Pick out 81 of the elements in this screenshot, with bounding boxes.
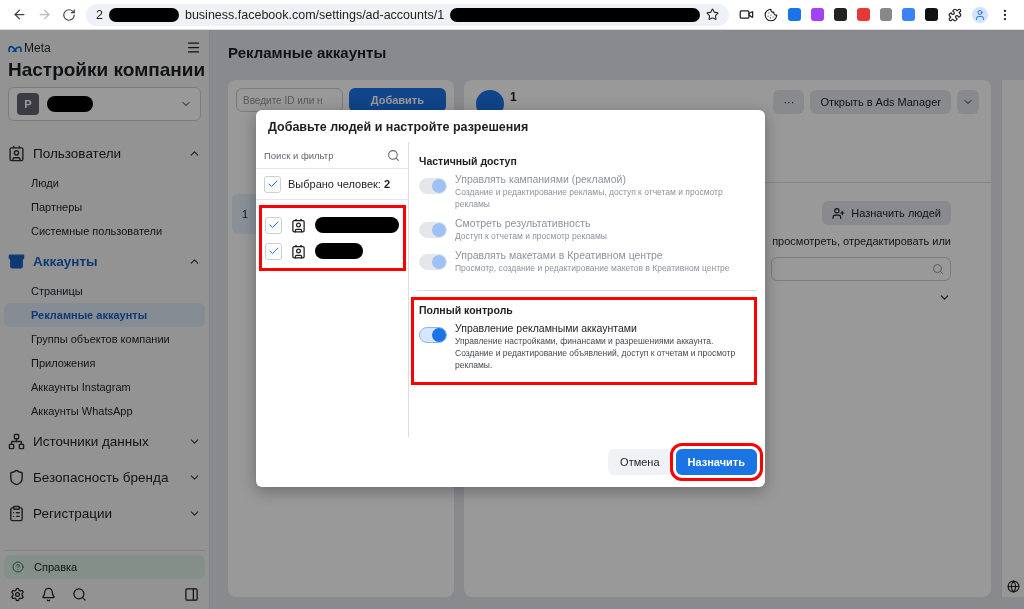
sidebar-item[interactable]: Рекламные аккаунты bbox=[4, 303, 205, 327]
sidebar-item[interactable]: Аккаунты WhatsApp bbox=[4, 399, 205, 423]
permission-title: Управление рекламными аккаунтами bbox=[455, 322, 638, 334]
sidebar-item[interactable]: Страницы bbox=[4, 279, 205, 303]
add-button[interactable]: Добавить bbox=[348, 88, 446, 112]
url-text: business.facebook.com/settings/ad-accounts/1 bbox=[184, 7, 445, 22]
check-icon bbox=[267, 219, 280, 231]
dialog-title: Добавьте людей и настройте разрешения bbox=[267, 119, 530, 136]
sidebar-section[interactable]: Безопасность бренда bbox=[4, 459, 205, 495]
url-prefix: 2 bbox=[96, 7, 103, 22]
check-icon bbox=[267, 245, 280, 257]
help-item[interactable]: Справка bbox=[4, 555, 205, 579]
cancel-button[interactable]: Отмена bbox=[608, 449, 672, 475]
box-icon bbox=[8, 252, 25, 270]
address-bar[interactable]: 2 business.facebook.com/settings/ad-accounts/1 bbox=[86, 3, 730, 26]
checkbox[interactable] bbox=[265, 216, 282, 234]
checkbox[interactable] bbox=[265, 242, 282, 260]
search-icon bbox=[387, 148, 400, 162]
redaction-bar bbox=[315, 243, 363, 259]
account-name: 1 bbox=[510, 90, 518, 104]
business-selector[interactable]: P bbox=[8, 87, 201, 121]
star-icon[interactable] bbox=[706, 8, 720, 21]
permission-description: Управление настройками, финансами и разрешениями аккаунта. Создание и редактирование объявлений, доступ к отчетам и просмотр рекламы. bbox=[455, 335, 737, 371]
bell-icon[interactable] bbox=[41, 586, 56, 602]
people-search-field[interactable]: Поиск и фильтр bbox=[256, 142, 408, 169]
assign-people-button[interactable]: Назначить людей bbox=[822, 201, 951, 225]
person-icon bbox=[291, 217, 306, 233]
contact-card-icon bbox=[8, 144, 25, 162]
profile-icon[interactable] bbox=[972, 6, 989, 23]
sidebar-section[interactable]: Регистрации bbox=[4, 495, 205, 531]
permission-title: Смотреть результативность bbox=[455, 217, 592, 229]
settings-icon[interactable] bbox=[10, 586, 25, 602]
brand-logo: Meta bbox=[8, 40, 51, 55]
sidebar-item[interactable]: Приложения bbox=[4, 351, 205, 375]
open-ads-manager-button[interactable]: Открыть в Ads Manager bbox=[810, 90, 951, 114]
page-title: Рекламные аккаунты bbox=[228, 44, 388, 63]
permission-title: Управлять кампаниями (рекламой) bbox=[455, 173, 627, 185]
business-avatar: P bbox=[17, 93, 39, 115]
redaction-bar bbox=[47, 96, 93, 112]
extensions-icon[interactable] bbox=[948, 7, 963, 22]
network-icon bbox=[8, 432, 25, 450]
clipboard-icon bbox=[8, 504, 25, 522]
panel-icon[interactable] bbox=[184, 586, 199, 602]
permission-description: Просмотр, создание и редактирование макетов в Креативном центре bbox=[455, 262, 730, 274]
permission-title: Управлять макетами в Креативном центре bbox=[455, 249, 664, 261]
extension-icon[interactable] bbox=[925, 8, 939, 21]
sidebar-item[interactable]: Партнеры bbox=[4, 195, 205, 219]
sidebar-item[interactable]: Группы объектов компании bbox=[4, 327, 205, 351]
back-icon[interactable] bbox=[12, 7, 27, 22]
cookie-icon[interactable] bbox=[764, 7, 778, 22]
search-field[interactable] bbox=[771, 257, 951, 281]
sidebar-section[interactable]: Источники данных bbox=[4, 423, 205, 459]
help-icon bbox=[12, 561, 24, 573]
sidebar-item[interactable]: Люди bbox=[4, 171, 205, 195]
section-heading: Полный контроль bbox=[419, 304, 514, 316]
permission-description: Создание и редактирование рекламы, доступ к отчетам и просмотр рекламы bbox=[455, 186, 724, 210]
sidebar-section[interactable]: Пользователи bbox=[4, 135, 205, 171]
toggle-switch[interactable] bbox=[419, 327, 447, 343]
more-button[interactable]: ··· bbox=[773, 90, 805, 114]
globe-icon bbox=[1006, 580, 1020, 593]
extension-icon[interactable] bbox=[833, 8, 847, 21]
sidebar-section[interactable]: Аккаунты bbox=[4, 243, 205, 279]
permission-description: Доступ к отчетам и просмотр рекламы bbox=[455, 230, 607, 242]
section-heading: Частичный доступ bbox=[419, 155, 518, 167]
checkbox[interactable] bbox=[264, 175, 281, 193]
menu-icon[interactable] bbox=[186, 40, 201, 55]
person-add-icon bbox=[832, 206, 846, 220]
camera-icon[interactable] bbox=[739, 7, 755, 22]
dropdown-button[interactable] bbox=[957, 90, 979, 114]
description-text: просмотреть, отредактировать или bbox=[772, 235, 951, 247]
reload-icon[interactable] bbox=[62, 7, 76, 22]
search-icon bbox=[932, 263, 944, 275]
sidebar-item[interactable]: Аккаунты Instagram bbox=[4, 375, 205, 399]
search-icon[interactable] bbox=[72, 586, 87, 602]
sidebar-item[interactable]: Системные пользователи bbox=[4, 219, 205, 243]
check-icon bbox=[266, 178, 279, 190]
person-icon bbox=[291, 243, 306, 259]
sidebar-title: Настройки компании bbox=[7, 58, 205, 82]
selected-count: Выбрано человек: 2 bbox=[288, 178, 391, 190]
shield-icon bbox=[8, 468, 25, 486]
redaction-bar bbox=[108, 7, 179, 22]
